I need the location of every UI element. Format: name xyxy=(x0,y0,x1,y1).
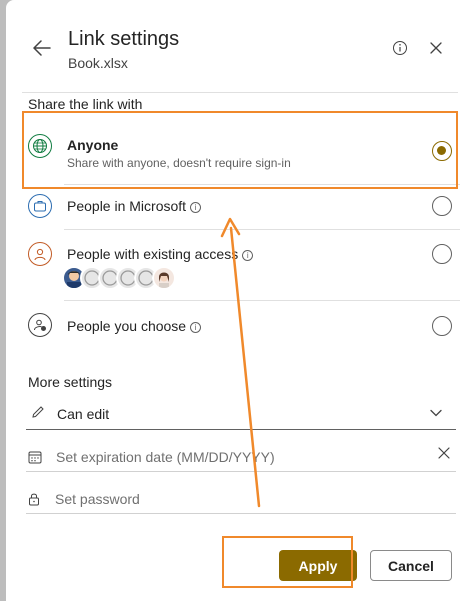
permission-underline xyxy=(26,429,456,430)
info-icon xyxy=(393,41,407,55)
password-underline xyxy=(26,513,456,514)
permission-value: Can edit xyxy=(57,406,110,422)
anyone-highlight-annotation xyxy=(22,111,458,189)
option-people-you-choose[interactable]: People you choose i xyxy=(22,306,460,346)
calendar-icon xyxy=(28,451,42,464)
arrow-left-icon xyxy=(33,40,51,56)
permission-dropdown[interactable]: Can edit xyxy=(26,400,456,428)
lock-icon xyxy=(29,493,39,506)
more-settings-label: More settings xyxy=(28,374,113,390)
option-people-you-choose-title: People you choose i xyxy=(67,318,202,334)
expiration-date-placeholder: Set expiration date (MM/DD/YYYY) xyxy=(56,449,275,465)
radio-people-you-choose[interactable] xyxy=(432,316,452,336)
file-name: Book.xlsx xyxy=(68,55,128,71)
page-title: Link settings xyxy=(68,28,180,50)
apply-highlight-annotation xyxy=(222,536,353,588)
pencil-icon xyxy=(32,406,44,418)
clear-icon[interactable] xyxy=(438,447,450,459)
password-placeholder: Set password xyxy=(55,491,140,507)
briefcase-icon xyxy=(28,194,52,218)
radio-people-in-microsoft[interactable] xyxy=(432,196,452,216)
person-icon xyxy=(28,242,52,266)
info-icon[interactable]: i xyxy=(190,322,202,333)
info-icon[interactable]: i xyxy=(190,202,202,213)
person-settings-icon xyxy=(28,313,52,337)
cancel-button[interactable]: Cancel xyxy=(370,550,452,581)
close-icon xyxy=(430,42,442,54)
close-button[interactable] xyxy=(424,36,448,60)
expiration-date-field[interactable]: Set expiration date (MM/DD/YYYY) xyxy=(26,444,456,470)
header-divider xyxy=(22,92,458,93)
radio-people-with-existing-access[interactable] xyxy=(432,244,452,264)
option-people-in-microsoft-title: People in Microsoft i xyxy=(67,198,202,214)
expiration-underline xyxy=(26,471,456,472)
avatar xyxy=(152,266,176,290)
option-divider xyxy=(64,229,460,230)
chevron-down-icon xyxy=(430,409,442,417)
info-icon[interactable]: i xyxy=(242,250,254,261)
info-button[interactable] xyxy=(388,36,412,60)
share-section-label: Share the link with xyxy=(28,96,143,112)
back-button[interactable] xyxy=(26,32,58,64)
option-divider xyxy=(64,300,460,301)
password-field[interactable]: Set password xyxy=(26,486,456,512)
option-people-with-existing-access-title: People with existing access i xyxy=(67,246,254,262)
option-people-in-microsoft[interactable]: People in Microsoft i xyxy=(22,190,460,226)
